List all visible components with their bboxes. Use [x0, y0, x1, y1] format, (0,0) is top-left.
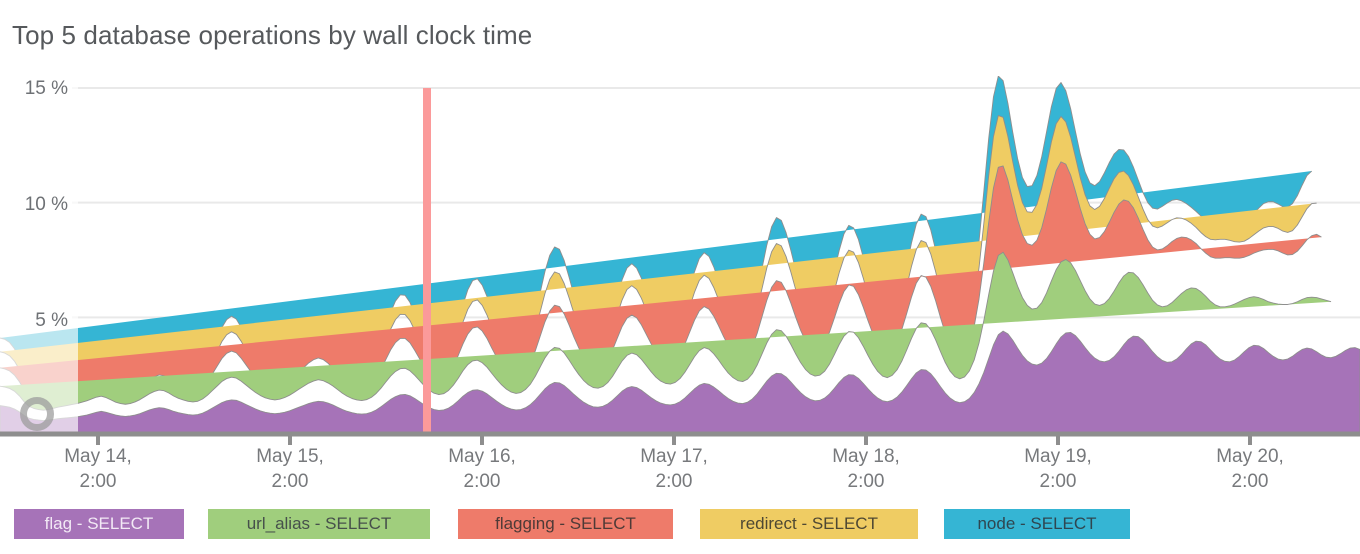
x-axis-label-3: May 17, 2:00: [584, 444, 764, 494]
y-axis-tick-15: 15 %: [24, 78, 68, 99]
x-label-time: 2:00: [847, 471, 885, 492]
x-label-time: 2:00: [271, 471, 309, 492]
x-axis-label-6: May 20, 2:00: [1160, 444, 1340, 494]
x-label-date: May 14,: [64, 446, 132, 467]
legend-item-label: flagging - SELECT: [495, 514, 636, 533]
legend-item-4[interactable]: node - SELECT: [944, 509, 1130, 539]
legend-item-label: node - SELECT: [977, 514, 1097, 533]
x-label-date: May 15,: [256, 446, 324, 467]
legend-item-label: url_alias - SELECT: [246, 514, 392, 533]
y-axis-tick-10: 10 %: [24, 194, 68, 215]
x-label-date: May 19,: [1024, 446, 1092, 467]
plot-area[interactable]: 15 % 10 % 5 %: [0, 76, 1360, 440]
legend-item-1[interactable]: url_alias - SELECT: [208, 509, 430, 539]
legend-item-label: redirect - SELECT: [740, 514, 878, 533]
x-label-time: 2:00: [463, 471, 501, 492]
x-label-time: 2:00: [1039, 471, 1077, 492]
x-axis-label-2: May 16, 2:00: [392, 444, 572, 494]
legend-item-3[interactable]: redirect - SELECT: [700, 509, 918, 539]
legend-item-0[interactable]: flag - SELECT: [14, 509, 184, 539]
x-axis-label-1: May 15, 2:00: [200, 444, 380, 494]
stacked-area-chart: [0, 76, 1360, 437]
x-label-time: 2:00: [79, 471, 117, 492]
x-label-date: May 17,: [640, 446, 708, 467]
time-marker-line[interactable]: [423, 88, 431, 432]
legend-item-label: flag - SELECT: [44, 514, 154, 533]
loading-spinner: [20, 397, 54, 431]
x-label-date: May 18,: [832, 446, 900, 467]
legend-item-2[interactable]: flagging - SELECT: [458, 509, 673, 539]
x-axis-label-4: May 18, 2:00: [776, 444, 956, 494]
y-axis-tick-5: 5 %: [35, 310, 68, 331]
partial-data-overlay: [0, 76, 78, 432]
chart-widget: Top 5 database operations by wall clock …: [0, 0, 1360, 554]
x-axis-label-0: May 14, 2:00: [8, 444, 188, 494]
x-label-date: May 16,: [448, 446, 516, 467]
legend[interactable]: flag - SELECT url_alias - SELECT flagging …: [0, 509, 1360, 541]
x-axis: May 14, 2:00 May 15, 2:00 May 16, 2:00 May 17,…: [0, 436, 1360, 502]
x-label-date: May 20,: [1216, 446, 1284, 467]
x-axis-label-5: May 19, 2:00: [968, 444, 1148, 494]
x-label-time: 2:00: [655, 471, 693, 492]
page-title: Top 5 database operations by wall clock …: [12, 20, 533, 50]
x-label-time: 2:00: [1231, 471, 1269, 492]
